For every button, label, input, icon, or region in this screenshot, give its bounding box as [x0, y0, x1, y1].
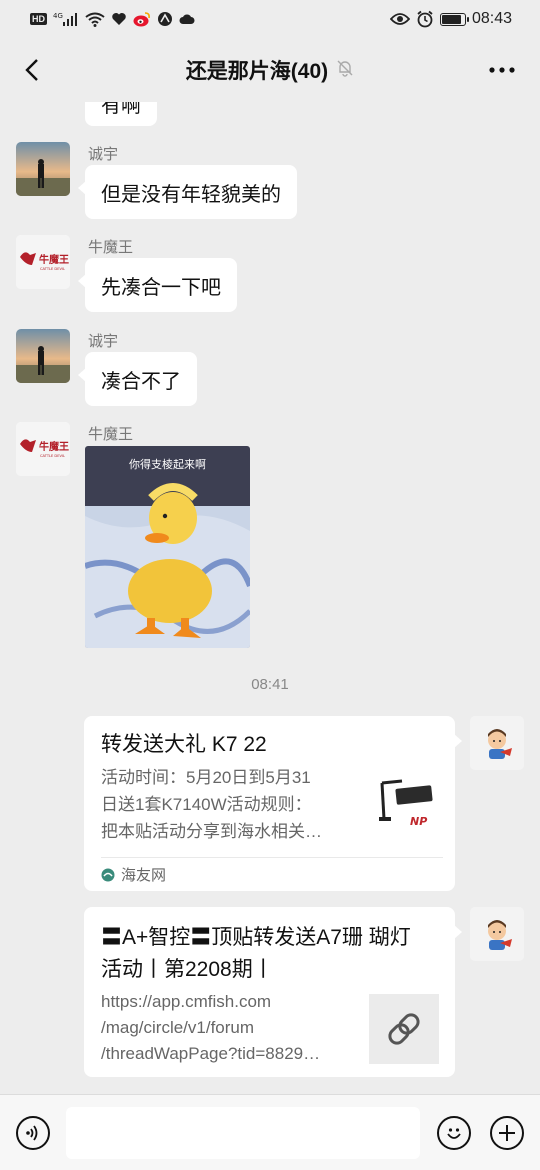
- card-desc-line: 日送1套K7140W活动规则：: [101, 795, 312, 814]
- chat-title: 还是那片海(40): [185, 60, 329, 83]
- svg-text:4G: 4G: [53, 12, 63, 20]
- title-wrap: 还是那片海(40): [186, 55, 354, 85]
- cartoon-avatar-icon: [470, 716, 524, 770]
- card-divider: [101, 857, 443, 858]
- card-desc-line: 活动时间：5月20日到5月31: [101, 768, 311, 787]
- chevron-left-icon: [25, 59, 38, 81]
- sender-name: 诚宇: [88, 146, 119, 163]
- user-avatar-icon: [16, 329, 70, 383]
- logo-subtext: CATTLE DEVIL: [40, 454, 65, 458]
- sender-name: 牛魔王: [88, 426, 134, 443]
- message-text: 有啊: [101, 102, 141, 117]
- heart-icon: [111, 12, 127, 26]
- more-button[interactable]: [482, 52, 522, 88]
- message-bubble[interactable]: 但是没有年轻貌美的: [78, 165, 297, 219]
- battery-icon: [439, 12, 469, 26]
- hd-badge: HD: [30, 13, 47, 25]
- more-dots-icon: [489, 67, 515, 73]
- thumb-logo-text: NP: [410, 815, 427, 828]
- chat-timestamp: 08:41: [251, 676, 289, 693]
- cloud-icon: [179, 13, 195, 25]
- link-thumbnail: [369, 994, 439, 1064]
- aquarium-light-image: NP: [374, 773, 440, 839]
- message-bubble[interactable]: 凑合不了: [78, 352, 197, 406]
- sender-name: 牛魔王: [88, 239, 134, 256]
- logo-text: 牛魔王: [39, 440, 69, 453]
- emoji-button[interactable]: [437, 1116, 471, 1150]
- chat-area[interactable]: 有啊 诚宇 但是没有年轻貌美的 牛魔王 CATTLE DEVIL 牛魔王 先凑合…: [0, 102, 540, 1094]
- alarm-icon: [416, 10, 434, 28]
- card-desc-line: /mag/circle/v1/forum: [101, 1018, 255, 1037]
- self-avatar[interactable]: [470, 907, 524, 961]
- back-button[interactable]: [14, 52, 50, 88]
- card-title-line: 〓A+智控〓顶贴转发送A7珊 瑚灯: [101, 926, 411, 949]
- source-logo-icon: [101, 868, 115, 881]
- link-card[interactable]: 〓A+智控〓顶贴转发送A7珊 瑚灯 活动丨第2208期丨 https://app…: [84, 907, 462, 1077]
- browser-icon: [157, 11, 173, 27]
- voice-icon: [26, 1125, 38, 1141]
- cattle-devil-logo-icon: 牛魔王 CATTLE DEVIL: [16, 235, 70, 289]
- chat-header: 还是那片海(40): [0, 38, 540, 102]
- message-text: 凑合不了: [101, 370, 181, 393]
- message-text: 但是没有年轻貌美的: [101, 183, 281, 206]
- cattle-devil-logo-icon: 牛魔王 CATTLE DEVIL: [16, 422, 70, 476]
- signal-icon: 4G: [53, 12, 79, 26]
- avatar[interactable]: [16, 142, 70, 196]
- status-right: 08:43: [389, 10, 512, 28]
- link-icon: [388, 1013, 420, 1045]
- self-avatar[interactable]: [470, 716, 524, 770]
- input-bar: [0, 1094, 540, 1170]
- duckling-sticker-image: [85, 446, 250, 648]
- card-thumbnail: NP: [374, 773, 440, 839]
- user-avatar-icon: [16, 142, 70, 196]
- message-text: 先凑合一下吧: [101, 276, 221, 299]
- add-button[interactable]: [490, 1116, 524, 1150]
- card-source-label: 海友网: [121, 867, 167, 884]
- card-source: 海友网: [101, 864, 166, 885]
- avatar[interactable]: [16, 329, 70, 383]
- status-time: 08:43: [471, 10, 512, 27]
- logo-text: 牛魔王: [39, 253, 69, 266]
- logo-subtext: CATTLE DEVIL: [40, 267, 65, 271]
- status-bar: HD 4G 08:43: [0, 0, 540, 38]
- status-left: HD 4G: [30, 11, 195, 27]
- image-caption: 你得支棱起来啊: [129, 459, 206, 471]
- card-desc-line: /threadWapPage?tid=8829…: [101, 1044, 321, 1063]
- card-desc-line: https://app.cmfish.com: [101, 992, 272, 1011]
- card-title: 转发送大礼 K7 22: [101, 733, 267, 756]
- message-bubble[interactable]: 有啊: [85, 102, 157, 126]
- card-title-line: 活动丨第2208期丨: [101, 958, 274, 981]
- emoji-icon: [447, 1128, 461, 1139]
- cartoon-avatar-icon: [470, 907, 524, 961]
- mute-bell-icon: [336, 59, 354, 82]
- voice-button[interactable]: [16, 1116, 50, 1150]
- link-card[interactable]: 转发送大礼 K7 22 活动时间：5月20日到5月31 日送1套K7140W活动…: [84, 716, 462, 891]
- battery-fill: [441, 14, 461, 24]
- eye-icon: [389, 12, 410, 26]
- avatar[interactable]: 牛魔王 CATTLE DEVIL: [16, 422, 70, 476]
- weibo-icon: [133, 11, 151, 27]
- avatar[interactable]: 牛魔王 CATTLE DEVIL: [16, 235, 70, 289]
- message-input[interactable]: [66, 1107, 420, 1159]
- message-bubble[interactable]: 先凑合一下吧: [78, 258, 237, 312]
- image-message[interactable]: 你得支棱起来啊: [85, 446, 250, 648]
- card-desc-line: 把本贴活动分享到海水相关…: [101, 822, 322, 841]
- wifi-icon: [85, 12, 105, 27]
- plus-icon: [499, 1125, 515, 1141]
- sender-name: 诚宇: [88, 333, 119, 350]
